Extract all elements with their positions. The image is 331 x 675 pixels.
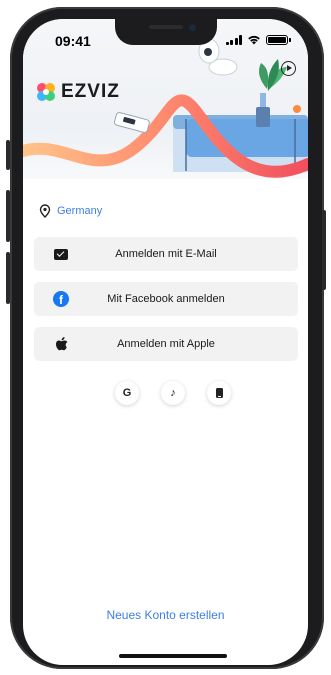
mail-icon: [53, 246, 69, 262]
ezviz-flower-icon: [37, 83, 55, 101]
ezviz-logo: EZVIZ: [35, 81, 120, 103]
battery-icon: [266, 35, 291, 45]
play-video-icon[interactable]: [281, 61, 296, 76]
login-facebook-button[interactable]: f Mit Facebook anmelden: [34, 282, 298, 316]
google-icon: G: [122, 387, 132, 399]
tiktok-icon: ♪: [170, 387, 176, 399]
create-account-link[interactable]: Neues Konto erstellen: [23, 608, 308, 622]
front-camera: [189, 24, 196, 31]
app-screen: 09:41 EZVIZ Germany Anmelden mit E-Mail …: [23, 19, 308, 665]
region-selector[interactable]: Germany: [39, 204, 102, 218]
location-pin-icon: [39, 204, 51, 218]
login-email-button[interactable]: Anmelden mit E-Mail: [34, 237, 298, 271]
status-time: 09:41: [55, 33, 91, 49]
cellular-signal-icon: [225, 35, 242, 45]
apple-icon: [53, 336, 69, 352]
login-apple-label: Anmelden mit Apple: [117, 338, 215, 350]
speaker-grill: [149, 25, 183, 29]
login-apple-button[interactable]: Anmelden mit Apple: [34, 327, 298, 361]
google-login-button[interactable]: G: [115, 381, 139, 405]
status-bar: 09:41: [23, 33, 308, 51]
facebook-icon: f: [53, 291, 69, 307]
volume-down-button: [6, 252, 10, 304]
status-icons: [225, 35, 291, 45]
wifi-icon: [248, 35, 260, 45]
region-label: Germany: [57, 205, 103, 217]
power-button: [322, 210, 326, 290]
volume-up-button: [6, 190, 10, 242]
tiktok-login-button[interactable]: ♪: [161, 381, 185, 405]
login-email-label: Anmelden mit E-Mail: [115, 248, 217, 260]
brand-name: EZVIZ: [61, 81, 120, 102]
mute-switch: [6, 140, 10, 170]
phone-icon: [215, 388, 223, 398]
phone-login-button[interactable]: [207, 381, 231, 405]
login-facebook-label: Mit Facebook anmelden: [107, 293, 225, 305]
home-indicator[interactable]: [119, 654, 227, 658]
